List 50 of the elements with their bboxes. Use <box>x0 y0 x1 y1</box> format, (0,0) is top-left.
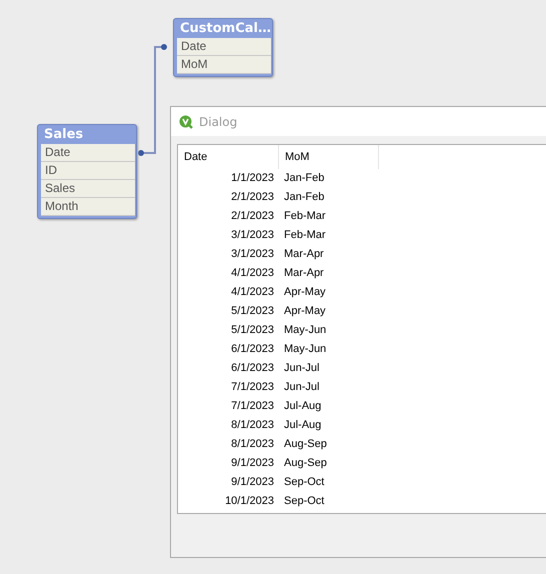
table-cell-text: Feb-Mar <box>283 228 327 243</box>
table-cell-text: 2/1/2023 <box>230 190 275 205</box>
logo-icon <box>179 114 193 128</box>
table-cell-text: May-Jun <box>283 323 328 338</box>
table-cell-text: Jul-Aug <box>283 399 322 414</box>
table-cell-text: 3/1/2023 <box>230 247 275 262</box>
table-cell-text: 4/1/2023 <box>230 266 275 281</box>
table-cell-text: 6/1/2023 <box>230 361 275 376</box>
table-cell-text: Sep-Oct <box>283 494 326 509</box>
table-title: Sales <box>43 126 84 144</box>
table-cell-text: Mar-Apr <box>283 266 325 281</box>
table-cell-text: Jun-Jul <box>283 361 320 376</box>
table-cell-text: Jan-Feb <box>283 190 326 205</box>
table-cell-text: Jun-Jul <box>283 380 320 395</box>
table-cell-text: 7/1/2023 <box>230 399 275 414</box>
table-title: CustomCal… <box>179 20 271 38</box>
field-row[interactable]: MoM <box>177 56 271 74</box>
table-card[interactable]: CustomCal… Date MoM <box>173 18 273 77</box>
field-row[interactable]: Date <box>177 38 271 56</box>
table-cell-text: 9/1/2023 <box>230 475 275 490</box>
table-cell-text: May-Jun <box>283 342 328 357</box>
table-cell-text: Mar-Apr <box>283 247 325 262</box>
table-cell-text: 5/1/2023 <box>230 323 275 338</box>
table-cell-text: Aug-Sep <box>283 437 328 452</box>
table-cell-text: 8/1/2023 <box>230 418 275 433</box>
table-cell-text: 2/1/2023 <box>230 209 275 224</box>
field-row[interactable]: Date <box>41 144 135 162</box>
table-card[interactable]: Sales Date ID Sales Month <box>37 124 137 219</box>
table-cell-text: 7/1/2023 <box>230 380 275 395</box>
table-cell-text: 3/1/2023 <box>230 228 275 243</box>
column-header[interactable]: MoM <box>279 145 379 169</box>
field-row[interactable]: Month <box>41 198 135 216</box>
field-row[interactable]: Sales <box>41 180 135 198</box>
column-header[interactable]: Date <box>178 145 279 169</box>
table-cell-text: 9/1/2023 <box>230 456 275 471</box>
table-cell-text: 4/1/2023 <box>230 285 275 300</box>
window-title: Dialog <box>199 114 238 128</box>
table-cell-text: Aug-Sep <box>283 456 328 471</box>
table-cell-text: 8/1/2023 <box>230 437 275 452</box>
table-cell-text: 6/1/2023 <box>230 342 275 357</box>
table-cell-text: 10/1/2023 <box>224 494 275 509</box>
table-cell-text: 5/1/2023 <box>230 304 275 319</box>
table-cell-text: Apr-May <box>283 304 327 319</box>
table-cell-text: Jul-Aug <box>283 418 322 433</box>
table-cell-text: Sep-Oct <box>283 475 326 490</box>
table-cell-text: Feb-Mar <box>283 209 327 224</box>
table-cell-text: 1/1/2023 <box>230 171 275 186</box>
table-cell-text: Apr-May <box>283 285 327 300</box>
field-row[interactable]: ID <box>41 162 135 180</box>
table-cell-text: Jan-Feb <box>283 171 326 186</box>
